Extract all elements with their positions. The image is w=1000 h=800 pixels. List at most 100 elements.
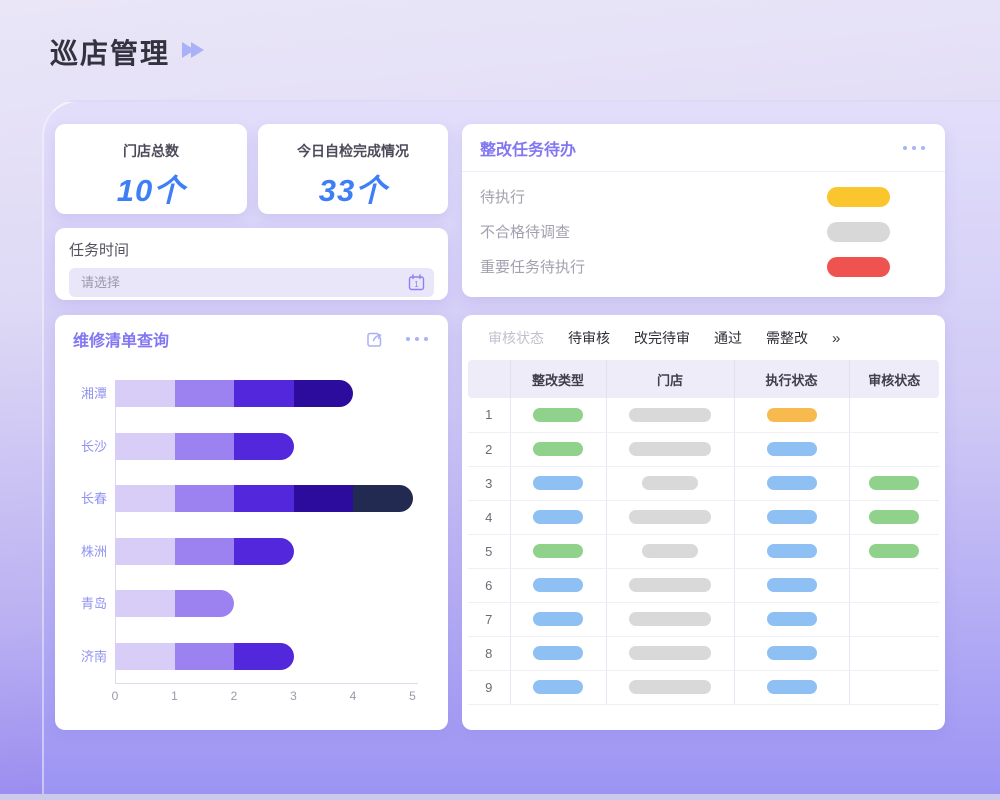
store-cell xyxy=(606,432,734,466)
todo-status-pill xyxy=(827,222,890,242)
bar-segment-level-4 xyxy=(294,380,354,407)
store-pill-gray xyxy=(629,612,711,626)
exec-status-cell xyxy=(734,398,849,432)
tab-2[interactable]: 改完待审 xyxy=(634,328,690,348)
exec-status-pill-blue xyxy=(767,612,817,626)
table-row[interactable]: 8 xyxy=(468,636,939,670)
x-axis-tick-label: 4 xyxy=(341,689,365,703)
stacked-bar[interactable] xyxy=(115,485,413,512)
column-header: 审核状态 xyxy=(849,360,939,398)
rectify-type-cell xyxy=(510,466,606,500)
review-status-panel: 审核状态 待审核改完待审通过需整改 » 整改类型门店执行状态审核状态 12345… xyxy=(462,315,945,730)
rectify-type-cell xyxy=(510,568,606,602)
store-pill-gray xyxy=(642,476,698,490)
exec-status-pill-blue xyxy=(767,544,817,558)
bar-segment-level-3 xyxy=(234,538,294,565)
rectify-type-pill-blue xyxy=(533,476,583,490)
more-icon[interactable] xyxy=(901,142,927,154)
review-status-cell xyxy=(849,432,939,466)
stat-value: 10个 xyxy=(55,165,247,210)
rectify-type-cell xyxy=(510,432,606,466)
stacked-bar[interactable] xyxy=(115,380,353,407)
store-cell xyxy=(606,500,734,534)
page-title: 巡店管理 xyxy=(50,32,170,72)
table-row[interactable]: 6 xyxy=(468,568,939,602)
exec-status-pill-orange xyxy=(767,408,817,422)
stat-value: 33个 xyxy=(258,165,448,210)
export-icon[interactable] xyxy=(365,330,384,349)
chart-category-label: 长沙 xyxy=(65,433,107,460)
x-axis-tick-label: 1 xyxy=(163,689,187,703)
bar-segment-level-3 xyxy=(234,433,294,460)
bar-segment-level-4 xyxy=(294,485,354,512)
bar-segment-level-2 xyxy=(175,433,235,460)
todo-item[interactable]: 待执行 xyxy=(462,179,945,214)
chart-x-axis xyxy=(115,683,418,684)
review-status-cell xyxy=(849,534,939,568)
rectify-type-pill-green xyxy=(533,408,583,422)
bar-segment-level-3 xyxy=(234,643,294,670)
exec-status-cell xyxy=(734,500,849,534)
review-status-pill-green xyxy=(869,476,919,490)
table-row[interactable]: 4 xyxy=(468,500,939,534)
bar-segment-level-3 xyxy=(234,380,294,407)
rectify-type-pill-blue xyxy=(533,578,583,592)
table-row[interactable]: 9 xyxy=(468,670,939,704)
todo-status-pill xyxy=(827,257,890,277)
review-status-cell xyxy=(849,500,939,534)
row-number: 6 xyxy=(468,568,510,602)
stacked-bar[interactable] xyxy=(115,538,294,565)
tabs-overflow-chevron[interactable]: » xyxy=(832,330,840,347)
table-row[interactable]: 7 xyxy=(468,602,939,636)
row-number: 1 xyxy=(468,398,510,432)
review-status-cell xyxy=(849,466,939,500)
stacked-bar[interactable] xyxy=(115,433,294,460)
stat-card-total-stores: 门店总数 10个 xyxy=(55,124,247,214)
stat-card-self-check: 今日自检完成情况 33个 xyxy=(258,124,448,214)
page-header: 巡店管理 xyxy=(50,32,204,72)
exec-status-cell xyxy=(734,670,849,704)
stat-label: 门店总数 xyxy=(55,141,247,161)
tab-4[interactable]: 需整改 xyxy=(766,328,808,348)
row-number: 2 xyxy=(468,432,510,466)
bar-segment-level-1 xyxy=(115,538,175,565)
table-row[interactable]: 5 xyxy=(468,534,939,568)
column-header: 执行状态 xyxy=(734,360,849,398)
stacked-bar[interactable] xyxy=(115,590,234,617)
tab-3[interactable]: 通过 xyxy=(714,328,742,348)
x-axis-tick-label: 3 xyxy=(282,689,306,703)
bar-segment-level-1 xyxy=(115,485,175,512)
rectify-type-cell xyxy=(510,398,606,432)
stacked-bar[interactable] xyxy=(115,643,294,670)
table-row[interactable]: 1 xyxy=(468,398,939,432)
calendar-icon[interactable]: 1 xyxy=(408,274,425,291)
store-pill-gray xyxy=(629,408,711,422)
store-cell xyxy=(606,670,734,704)
store-pill-gray xyxy=(629,646,711,660)
table-row[interactable]: 3 xyxy=(468,466,939,500)
repair-bar-chart: 湘潭长沙长春株洲青岛济南 012345 xyxy=(55,367,448,730)
exec-status-pill-blue xyxy=(767,646,817,660)
todo-item[interactable]: 不合格待调查 xyxy=(462,214,945,249)
rectify-type-cell xyxy=(510,670,606,704)
store-pill-gray xyxy=(629,442,711,456)
page-bottom-edge xyxy=(0,794,1000,800)
more-icon[interactable] xyxy=(404,333,430,345)
task-time-card: 任务时间 1 xyxy=(55,228,448,300)
todo-panel-title: 整改任务待办 xyxy=(480,136,576,160)
review-status-pill-green xyxy=(869,544,919,558)
rectify-type-cell xyxy=(510,636,606,670)
review-tab-bar: 审核状态 待审核改完待审通过需整改 » xyxy=(462,315,945,358)
table-row[interactable]: 2 xyxy=(468,432,939,466)
task-time-input[interactable] xyxy=(69,268,434,297)
column-header: 门店 xyxy=(606,360,734,398)
todo-item[interactable]: 重要任务待执行 xyxy=(462,249,945,284)
todo-item-label: 重要任务待执行 xyxy=(480,256,585,277)
rectify-type-cell xyxy=(510,534,606,568)
tab-1[interactable]: 待审核 xyxy=(568,328,610,348)
store-pill-gray xyxy=(642,544,698,558)
store-cell xyxy=(606,534,734,568)
row-number: 9 xyxy=(468,670,510,704)
todo-status-pill xyxy=(827,187,890,207)
todo-item-label: 不合格待调查 xyxy=(480,221,570,242)
